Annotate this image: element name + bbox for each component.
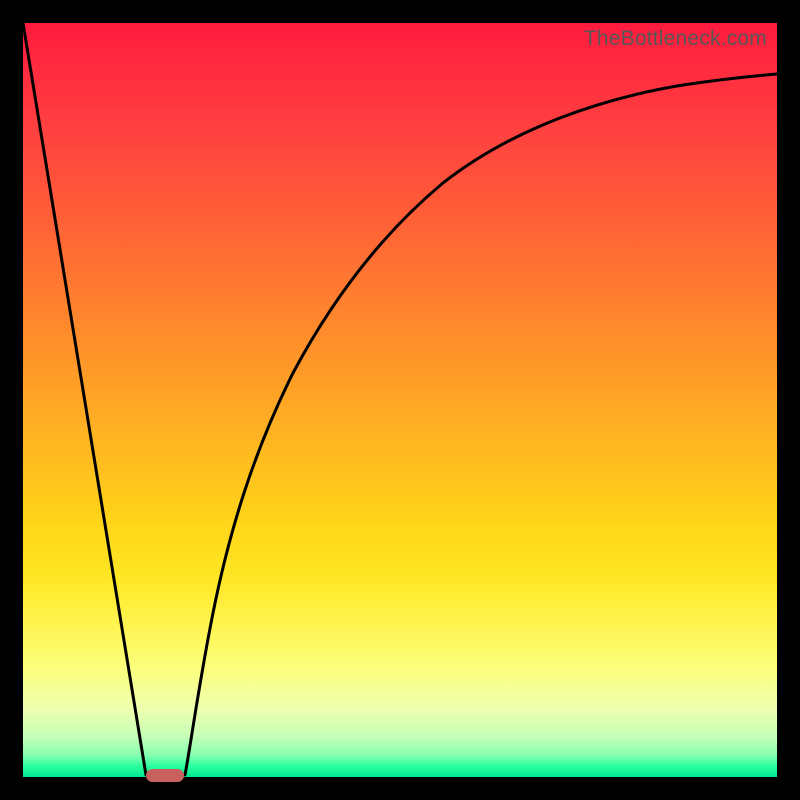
bottleneck-marker	[146, 769, 184, 782]
chart-curves	[23, 23, 777, 777]
chart-frame: TheBottleneck.com	[0, 0, 800, 800]
curve-left-line	[23, 23, 146, 775]
curve-right	[185, 74, 777, 775]
plot-area: TheBottleneck.com	[23, 23, 777, 777]
